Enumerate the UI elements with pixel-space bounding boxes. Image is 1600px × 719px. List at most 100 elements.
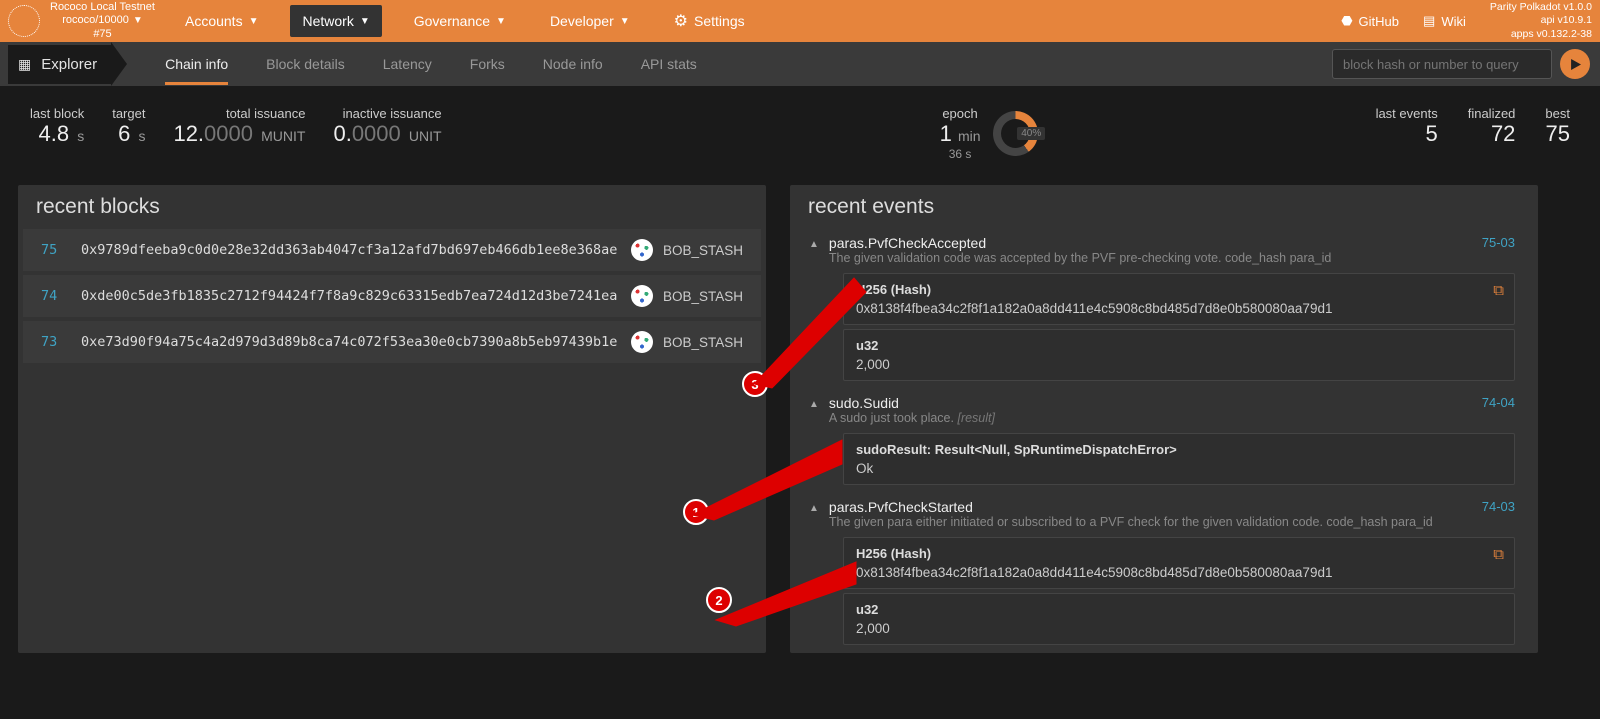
event-ref-link[interactable]: 74-03 xyxy=(1482,499,1515,514)
copy-icon[interactable]: ⧉ xyxy=(1493,546,1504,563)
topbar: Rococo Local Testnet rococo/10000 ▼ #75 … xyxy=(0,0,1600,42)
nav-menu: Accounts▼ Network▼ Governance▼ Developer… xyxy=(173,3,757,39)
event-description: The given validation code was accepted b… xyxy=(829,251,1472,265)
version-line: Parity Polkadot v1.0.0 xyxy=(1490,1,1592,14)
field-value: Ok xyxy=(856,461,1502,476)
nav-settings-label: Settings xyxy=(694,13,745,29)
stat-label: inactive issuance xyxy=(343,106,442,121)
block-row[interactable]: 73 0xe73d90f94a75c4a2d979d3d89b8ca74c072… xyxy=(23,321,761,363)
nav-governance[interactable]: Governance▼ xyxy=(402,5,518,37)
stat-value: 1 xyxy=(940,121,952,146)
explorer-button[interactable]: ▦ Explorer xyxy=(8,45,111,84)
event-description: A sudo just took place. [result] xyxy=(829,411,1472,425)
chevron-down-icon: ▼ xyxy=(360,16,370,27)
wiki-link[interactable]: ▤Wiki xyxy=(1423,13,1466,29)
nav-network-label: Network xyxy=(302,13,353,29)
field-value: 0x8138f4fbea34c2f8f1a182a0a8dd411e4c5908… xyxy=(856,565,1502,580)
annotation-arrow xyxy=(754,278,884,388)
tab-latency[interactable]: Latency xyxy=(383,44,432,85)
event-description: The given para either initiated or subsc… xyxy=(829,515,1472,529)
tab-node-info[interactable]: Node info xyxy=(543,44,603,85)
block-hash: 0xe73d90f94a75c4a2d979d3d89b8ca74c072f53… xyxy=(81,334,631,350)
stat-suffix: min xyxy=(958,128,981,144)
nav-accounts-label: Accounts xyxy=(185,13,243,29)
stat-best: best 75 xyxy=(1545,106,1570,147)
stat-label: last block xyxy=(30,106,84,121)
identicon-icon xyxy=(631,331,653,353)
nav-governance-label: Governance xyxy=(414,13,490,29)
stat-value: 75 xyxy=(1545,121,1570,147)
github-link[interactable]: ⬣GitHub xyxy=(1341,13,1399,29)
stat-value-frac: 0000 xyxy=(352,121,401,146)
stat-inactive-issuance: inactive issuance 0.0000 UNIT xyxy=(333,106,441,147)
event-field: ⧉ H256 (Hash) 0x8138f4fbea34c2f8f1a182a0… xyxy=(843,273,1515,325)
event-ref-link[interactable]: 75-03 xyxy=(1482,235,1515,250)
stat-last-block: last block 4.8 s xyxy=(30,106,84,147)
nav-network[interactable]: Network ▼ xyxy=(290,5,381,37)
nav-accounts[interactable]: Accounts▼ xyxy=(173,5,271,37)
tab-api-stats[interactable]: API stats xyxy=(641,44,697,85)
stat-value-whole: 0. xyxy=(333,121,351,146)
field-value: 2,000 xyxy=(856,621,1502,636)
stat-value: 5 xyxy=(1376,121,1438,147)
gear-icon: ⚙ xyxy=(674,11,688,31)
tab-forks[interactable]: Forks xyxy=(470,44,505,85)
event-ref-link[interactable]: 74-04 xyxy=(1482,395,1515,410)
network-selector[interactable]: Rococo Local Testnet rococo/10000 ▼ #75 xyxy=(50,1,155,41)
logo-icon[interactable] xyxy=(8,5,40,37)
collapse-toggle-icon[interactable]: ▲ xyxy=(809,399,819,410)
event-title: paras.PvfCheckStarted xyxy=(829,499,1472,515)
submit-button[interactable] xyxy=(1560,49,1590,79)
stat-label: target xyxy=(112,106,145,121)
github-label: GitHub xyxy=(1359,14,1399,29)
block-row[interactable]: 74 0xde00c5de3fb1835c2712f94424f7f8a9c82… xyxy=(23,275,761,317)
wiki-label: Wiki xyxy=(1441,14,1466,29)
validator-name[interactable]: BOB_STASH xyxy=(663,289,743,304)
block-hash: 0xde00c5de3fb1835c2712f94424f7f8a9c829c6… xyxy=(81,288,631,304)
stat-last-events: last events 5 xyxy=(1376,106,1438,147)
version-line: api v10.9.1 xyxy=(1490,14,1592,27)
block-number[interactable]: 75 xyxy=(41,242,81,258)
field-label: sudoResult: Result<Null, SpRuntimeDispat… xyxy=(856,442,1502,457)
validator-name[interactable]: BOB_STASH xyxy=(663,243,743,258)
annotation-arrow xyxy=(716,562,866,632)
copy-icon[interactable]: ⧉ xyxy=(1493,282,1504,299)
block-hash: 0x9789dfeeba9c0d0e28e32dd363ab4047cf3a12… xyxy=(81,242,631,258)
version-info: Parity Polkadot v1.0.0 api v10.9.1 apps … xyxy=(1490,1,1592,40)
tab-block-details[interactable]: Block details xyxy=(266,44,345,85)
search-input[interactable] xyxy=(1332,49,1552,79)
collapse-toggle-icon[interactable]: ▲ xyxy=(809,239,819,250)
field-label: u32 xyxy=(856,338,1502,353)
tabs: Chain info Block details Latency Forks N… xyxy=(165,44,697,85)
stat-value: 72 xyxy=(1468,121,1516,147)
validator-name[interactable]: BOB_STASH xyxy=(663,335,743,350)
annotation-arrow xyxy=(692,440,852,530)
explorer-arrow-shape xyxy=(111,42,127,86)
identicon-icon xyxy=(631,239,653,261)
stat-unit: UNIT xyxy=(409,128,442,144)
block-ref: #75 xyxy=(93,28,111,41)
nav-developer-label: Developer xyxy=(550,13,614,29)
stat-unit: MUNIT xyxy=(261,128,305,144)
stat-label: finalized xyxy=(1468,106,1516,121)
stat-epoch: epoch 1 min 36 s 40% xyxy=(940,106,1038,161)
chevron-down-icon: ▼ xyxy=(620,16,630,27)
top-right: ⬣GitHub ▤Wiki Parity Polkadot v1.0.0 api… xyxy=(1341,1,1592,40)
version-line: apps v0.132.2-38 xyxy=(1490,28,1592,41)
event-item: ▲ sudo.Sudid A sudo just took place. [re… xyxy=(795,389,1533,485)
tab-chain-info[interactable]: Chain info xyxy=(165,44,228,85)
secondbar: ▦ Explorer Chain info Block details Late… xyxy=(0,42,1600,86)
right-stats: last events 5 finalized 72 best 75 xyxy=(1376,106,1570,147)
block-number[interactable]: 73 xyxy=(41,334,81,350)
nav-settings[interactable]: ⚙ Settings xyxy=(662,3,757,39)
block-number[interactable]: 74 xyxy=(41,288,81,304)
nav-developer[interactable]: Developer ▼ xyxy=(538,5,642,37)
stat-value-whole: 12. xyxy=(173,121,204,146)
event-item: ▲ paras.PvfCheckStarted The given para e… xyxy=(795,493,1533,645)
event-item: ▲ paras.PvfCheckAccepted The given valid… xyxy=(795,229,1533,381)
block-row[interactable]: 75 0x9789dfeeba9c0d0e28e32dd363ab4047cf3… xyxy=(23,229,761,271)
field-value: 2,000 xyxy=(856,357,1502,372)
stat-suffix: s xyxy=(138,128,145,144)
field-label: H256 (Hash) xyxy=(856,282,1502,297)
stat-label: last events xyxy=(1376,106,1438,121)
